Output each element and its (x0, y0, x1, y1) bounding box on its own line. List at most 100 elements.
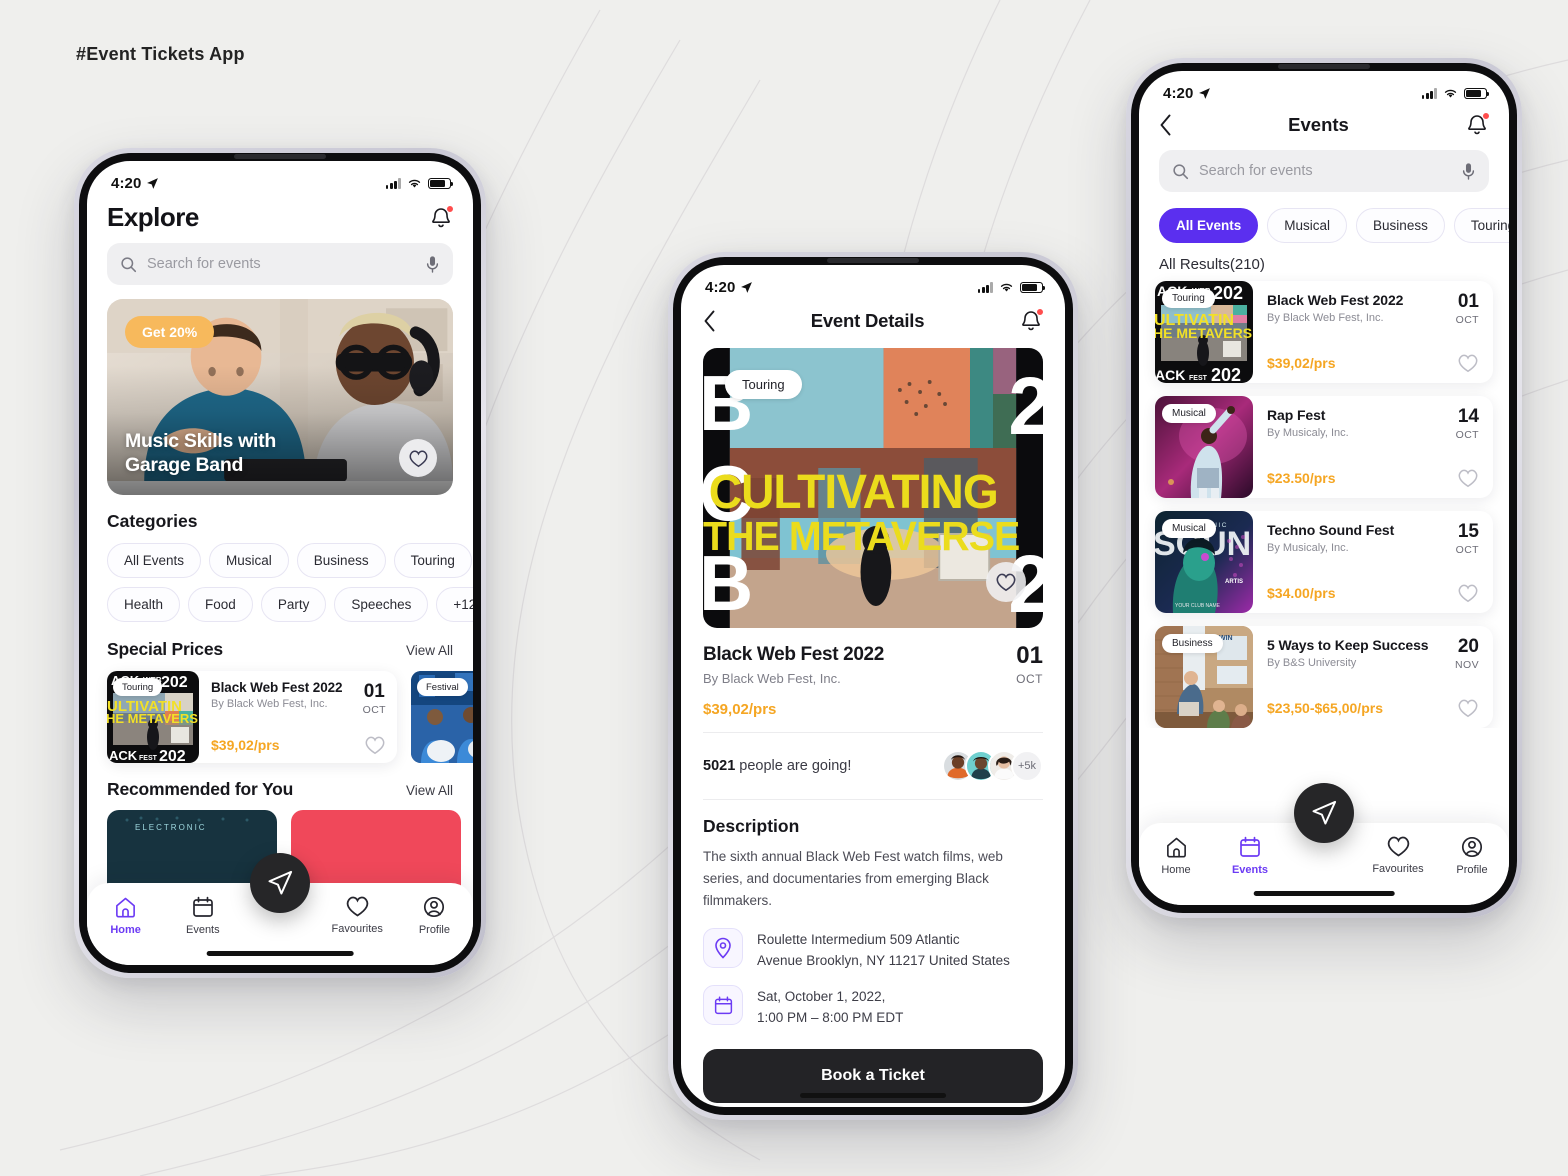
notifications-button[interactable] (429, 204, 454, 231)
hero-banner[interactable]: Get 20% Music Skills with Garage Band (107, 299, 453, 495)
event-title: Black Web Fest 2022 (211, 680, 343, 695)
favourite-button[interactable] (364, 735, 386, 755)
event-category-badge: Musical (1162, 519, 1216, 538)
favourite-button[interactable] (1457, 353, 1479, 373)
location-arrow-icon (741, 282, 753, 293)
category-chip-food[interactable]: Food (188, 587, 253, 622)
datetime-line-1: Sat, October 1, 2022, (757, 989, 886, 1005)
nav-title: Event Details (810, 310, 925, 331)
search-bar[interactable]: Search for events (107, 243, 453, 285)
favourite-button[interactable] (1457, 698, 1479, 718)
event-day: 01 (1457, 291, 1479, 312)
notifications-button[interactable] (1465, 112, 1490, 138)
send-arrow-icon (1312, 800, 1337, 825)
search-bar-wrap: Search for events (1159, 150, 1489, 192)
status-time: 4:20 (111, 175, 142, 192)
filter-chips: All Events Musical Business Touring (1139, 208, 1509, 243)
special-prices-heading: Special Prices (107, 639, 223, 659)
svg-text:CULTIVATING: CULTIVATING (709, 464, 998, 518)
hero-favourite-button[interactable] (399, 439, 437, 477)
category-chip-business[interactable]: Business (296, 543, 386, 578)
tab-favourites[interactable]: Favourites (1361, 835, 1435, 875)
list-item-top: Techno Sound Fest By Musicaly, Inc. 15 O… (1267, 522, 1479, 556)
microphone-icon[interactable] (425, 255, 440, 274)
microphone-icon[interactable] (1461, 162, 1476, 181)
wifi-icon (1444, 89, 1457, 98)
tab-profile-label: Profile (1456, 864, 1488, 876)
category-chip-musical[interactable]: Musical (209, 543, 289, 578)
tab-home[interactable]: Home (87, 895, 164, 936)
category-chip-all-events[interactable]: All Events (107, 543, 202, 578)
event-title: Rap Fest (1267, 407, 1326, 423)
back-chevron-icon[interactable] (703, 310, 716, 332)
list-item-bottom: $23,50-$65,00/prs (1267, 698, 1479, 718)
tab-events[interactable]: Events (164, 895, 241, 936)
category-chip-touring[interactable]: Touring (393, 543, 472, 578)
back-chevron-icon[interactable] (1159, 114, 1172, 136)
event-date: 14 OCT (1456, 407, 1479, 441)
explore-header: Explore (107, 196, 454, 243)
event-price: $34.00/prs (1267, 585, 1336, 601)
home-indicator (206, 951, 354, 956)
event-card-black-web-fest[interactable]: ACK WEB 202 ULTIVATIN HE METAVERS ACK FE… (107, 671, 397, 763)
event-organizer: By B&S University (1267, 657, 1357, 669)
event-price: $39,02/prs (1267, 355, 1336, 371)
phone-explore: 4:20 Explore Search for events Get 20% M… (74, 148, 486, 978)
search-bar[interactable]: Search for events (1159, 150, 1489, 192)
status-indicators (977, 281, 1046, 294)
status-time-group: 4:20 (1163, 85, 1211, 102)
svg-text:ELECTRONIC: ELECTRONIC (135, 823, 207, 832)
filter-chip-all-events[interactable]: All Events (1159, 208, 1259, 243)
floating-action-button[interactable] (1294, 783, 1354, 843)
filter-chip-business[interactable]: Business (1356, 208, 1445, 243)
list-item-body: 5 Ways to Keep Success By B&S University… (1253, 626, 1493, 728)
filter-chip-musical[interactable]: Musical (1267, 208, 1348, 243)
location-arrow-icon (147, 178, 159, 189)
tab-favourites[interactable]: Favourites (319, 895, 396, 935)
cellular-signal-icon (977, 282, 993, 293)
search-input[interactable]: Search for events (1199, 163, 1451, 179)
list-item[interactable]: WIN Business 5 Ways to Keep Success By B… (1155, 626, 1493, 728)
tab-events[interactable]: Events (1213, 835, 1287, 876)
event-date: 01 OCT (363, 680, 386, 716)
favourite-button[interactable] (1457, 468, 1479, 488)
attendee-avatars[interactable]: +5k (942, 750, 1043, 782)
phone1-content: Explore Search for events Get 20% Music … (87, 196, 473, 965)
event-hero-image[interactable]: B C B 2 2 CULTIVATING THE METAVERSE Tour… (703, 348, 1043, 628)
category-chip-party[interactable]: Party (260, 587, 327, 622)
battery-icon (1020, 281, 1046, 294)
favourite-button[interactable] (986, 562, 1026, 602)
search-input[interactable]: Search for events (147, 256, 415, 272)
tab-favourites-label: Favourites (331, 923, 383, 935)
event-organizer: By Musicaly, Inc. (1267, 427, 1349, 439)
recommended-view-all[interactable]: View All (406, 783, 453, 798)
location-pin-icon (715, 937, 731, 959)
event-category-badge: Touring (113, 678, 163, 696)
event-month: OCT (1016, 672, 1043, 686)
status-indicators (1421, 87, 1490, 100)
special-prices-view-all[interactable]: View All (406, 643, 453, 658)
list-item[interactable]: ELECTRONIC SOUND ARTIS YOUR CLUB NAME (1155, 511, 1493, 613)
home-icon (116, 897, 136, 918)
list-item-top: Black Web Fest 2022 By Black Web Fest, I… (1267, 292, 1479, 326)
favourite-button[interactable] (1457, 583, 1479, 603)
event-day: 20 (1457, 636, 1479, 657)
page-title: #Event Tickets App (76, 44, 245, 64)
tab-events-label: Events (1231, 864, 1269, 876)
status-bar: 4:20 (681, 265, 1065, 300)
event-category-badge: Business (1162, 634, 1223, 653)
event-card-festival[interactable]: Festival (411, 671, 473, 763)
floating-action-button[interactable] (250, 853, 310, 913)
filter-chip-touring[interactable]: Touring (1453, 208, 1509, 243)
location-icon-wrap (703, 927, 743, 968)
tab-profile[interactable]: Profile (396, 895, 473, 936)
category-chip-more[interactable]: +12 (436, 587, 473, 622)
notifications-button[interactable] (1019, 308, 1044, 334)
category-chip-health[interactable]: Health (107, 587, 181, 622)
tab-profile[interactable]: Profile (1435, 835, 1509, 876)
category-chip-speeches[interactable]: Speeches (334, 587, 429, 622)
list-item[interactable]: Musical Rap Fest By Musicaly, Inc. 14 OC… (1155, 396, 1493, 498)
list-item[interactable]: ACK WEB 202 ULTIVATIN HE METAVERS ACK FE… (1155, 281, 1493, 383)
tab-home[interactable]: Home (1139, 835, 1213, 876)
list-item-bottom: $39,02/prs (1267, 353, 1479, 373)
